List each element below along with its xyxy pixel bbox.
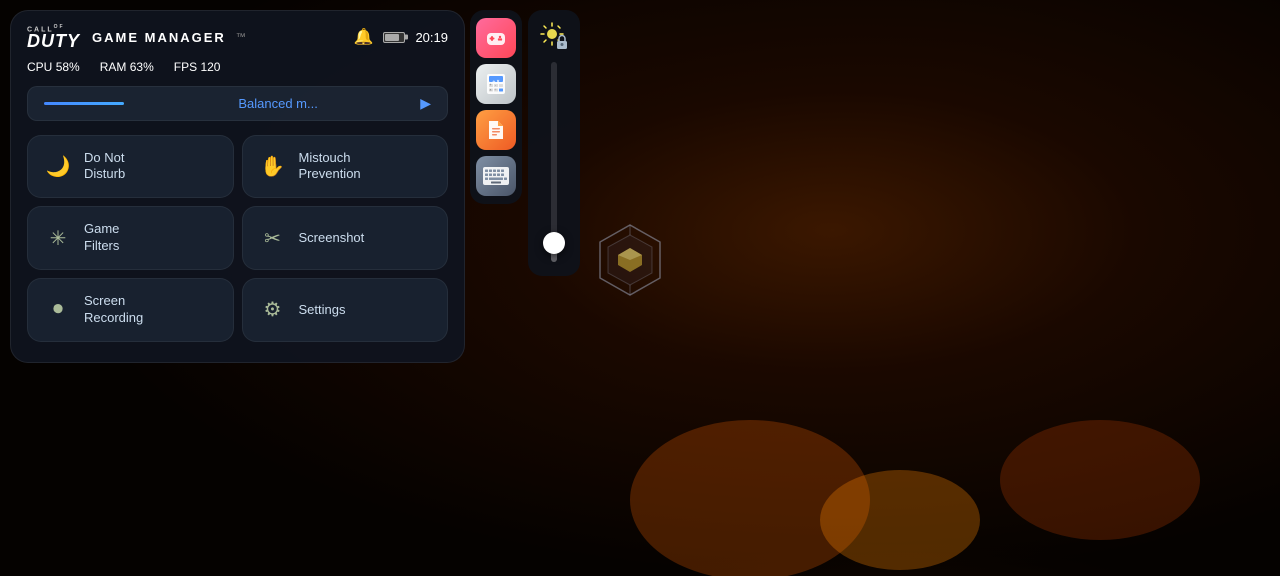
stats-bar: CPU 58% RAM 63% FPS 120 [27, 60, 448, 74]
mode-arrow-icon: ▶ [420, 95, 431, 112]
ram-stat: RAM 63% [100, 60, 154, 74]
bell-icon[interactable]: 🔔 [354, 27, 374, 47]
screenshot-button[interactable]: ✂ Screenshot [242, 206, 449, 270]
svg-text:+: + [489, 83, 491, 87]
game-filters-label: GameFilters [84, 221, 119, 255]
right-sidebar: ÷ × + - × ÷ [470, 10, 522, 204]
fps-label: FPS [174, 60, 197, 74]
docs-app-icon[interactable] [476, 110, 516, 150]
record-icon: ⏺ [44, 298, 72, 321]
screen-recording-label: ScreenRecording [84, 293, 143, 327]
svg-text:×: × [489, 88, 491, 92]
screen-recording-button[interactable]: ⏺ ScreenRecording [27, 278, 234, 342]
game-manager-panel: CALLOF DUTY GAME MANAGER ™ 🔔 20:19 CPU 5… [10, 10, 465, 363]
button-grid: 🌙 Do NotDisturb ✋ MistouchPrevention ✳ G… [27, 135, 448, 342]
hand-icon: ✋ [259, 154, 287, 179]
cpu-value: 58% [56, 60, 80, 74]
mode-text: Balanced m... [136, 96, 420, 111]
keyboard-icon [482, 166, 510, 186]
calc-app-icon[interactable]: ÷ × + - × ÷ [476, 64, 516, 104]
brightness-lock-icon [539, 21, 569, 51]
scissors-icon: ✂ [259, 226, 287, 251]
mode-selector[interactable]: Balanced m... ▶ [27, 86, 448, 121]
screenshot-label: Screenshot [299, 230, 365, 247]
cpu-label: CPU [27, 60, 52, 74]
do-not-disturb-label: Do NotDisturb [84, 150, 125, 184]
cod-duty-text: DUTY [27, 33, 80, 49]
game-manager-title: GAME MANAGER [92, 30, 226, 45]
fps-stat: FPS 120 [174, 60, 221, 74]
settings-button[interactable]: ⚙ Settings [242, 278, 449, 342]
mistouch-prevention-button[interactable]: ✋ MistouchPrevention [242, 135, 449, 199]
docs-icon [485, 119, 507, 141]
svg-text:÷: ÷ [495, 88, 497, 92]
mistouch-prevention-label: MistouchPrevention [299, 150, 361, 184]
mode-bar-indicator [44, 102, 124, 105]
moon-icon: 🌙 [44, 154, 72, 179]
battery-icon [383, 32, 405, 43]
gamepad-icon [484, 26, 508, 50]
keyboard-app-icon[interactable] [476, 156, 516, 196]
battery-area [383, 32, 405, 43]
gear-icon: ⚙ [259, 297, 287, 322]
filters-icon: ✳ [44, 226, 72, 251]
game-filters-button[interactable]: ✳ GameFilters [27, 206, 234, 270]
header-left: CALLOF DUTY GAME MANAGER ™ [27, 25, 246, 50]
brightness-panel [528, 10, 580, 276]
cpu-stat: CPU 58% [27, 60, 80, 74]
games-app-icon[interactable] [476, 18, 516, 58]
header-right: 🔔 20:19 [354, 27, 448, 47]
settings-label: Settings [299, 302, 346, 319]
do-not-disturb-button[interactable]: 🌙 Do NotDisturb [27, 135, 234, 199]
brightness-slider-track[interactable] [551, 62, 557, 262]
fps-value: 120 [200, 60, 220, 74]
clock-time: 20:19 [415, 30, 448, 45]
brightness-icon-container [538, 20, 570, 52]
ram-label: RAM [100, 60, 127, 74]
ram-value: 63% [130, 60, 154, 74]
cod-logo: CALLOF DUTY [27, 25, 80, 50]
panel-header: CALLOF DUTY GAME MANAGER ™ 🔔 20:19 [27, 25, 448, 50]
brightness-slider-thumb[interactable] [543, 232, 565, 254]
calculator-icon: ÷ × + - × ÷ [483, 71, 509, 97]
game-manager-trademark: ™ [236, 32, 246, 43]
